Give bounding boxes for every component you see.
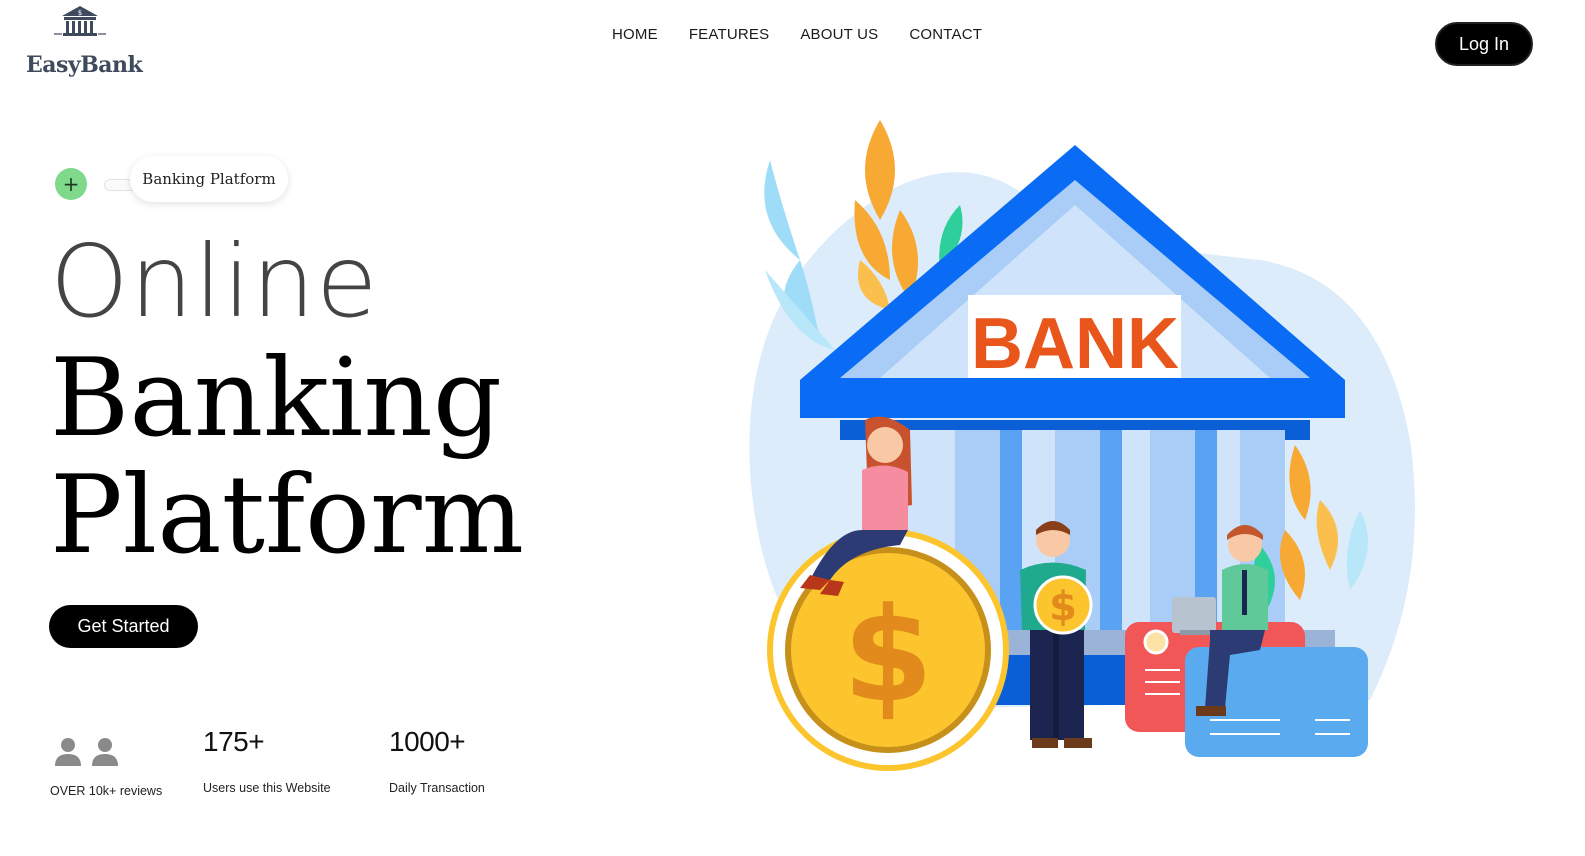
login-button[interactable]: Log In: [1435, 22, 1533, 66]
hero-title-line2: Banking: [50, 336, 502, 461]
transactions-caption: Daily Transaction: [389, 781, 485, 795]
brand-logo[interactable]: $ EasyBank: [26, 4, 143, 82]
get-started-button[interactable]: Get Started: [49, 605, 198, 648]
transactions-count: 1000+: [389, 726, 466, 757]
bank-sign-text: BANK: [971, 304, 1179, 384]
gold-coin-icon: $: [767, 529, 1009, 771]
bank-logo-icon: $: [54, 6, 106, 36]
bank-illustration: BANK $ $: [749, 120, 1415, 771]
main-nav: HOME FEATURES ABOUT US CONTACT: [612, 26, 982, 43]
nav-features[interactable]: FEATURES: [689, 26, 770, 43]
nav-about-us[interactable]: ABOUT US: [800, 26, 878, 43]
nav-contact[interactable]: CONTACT: [909, 26, 982, 43]
svg-text:$: $: [78, 9, 82, 17]
svg-text:$: $: [843, 579, 933, 731]
user-avatars-icon: [55, 738, 118, 766]
reviews-caption: OVER 10k+ reviews: [50, 784, 163, 798]
svg-text:$: $: [1049, 584, 1077, 630]
plus-icon[interactable]: +: [55, 168, 87, 200]
users-caption: Users use this Website: [203, 781, 331, 795]
hero-title-line1: Online: [50, 223, 379, 340]
brand-name: EasyBank: [26, 52, 143, 78]
users-count: 175+: [203, 726, 265, 757]
category-pill: Banking Platform: [130, 156, 288, 202]
hero-title-line3: Platform: [50, 453, 525, 578]
nav-home[interactable]: HOME: [612, 26, 658, 43]
